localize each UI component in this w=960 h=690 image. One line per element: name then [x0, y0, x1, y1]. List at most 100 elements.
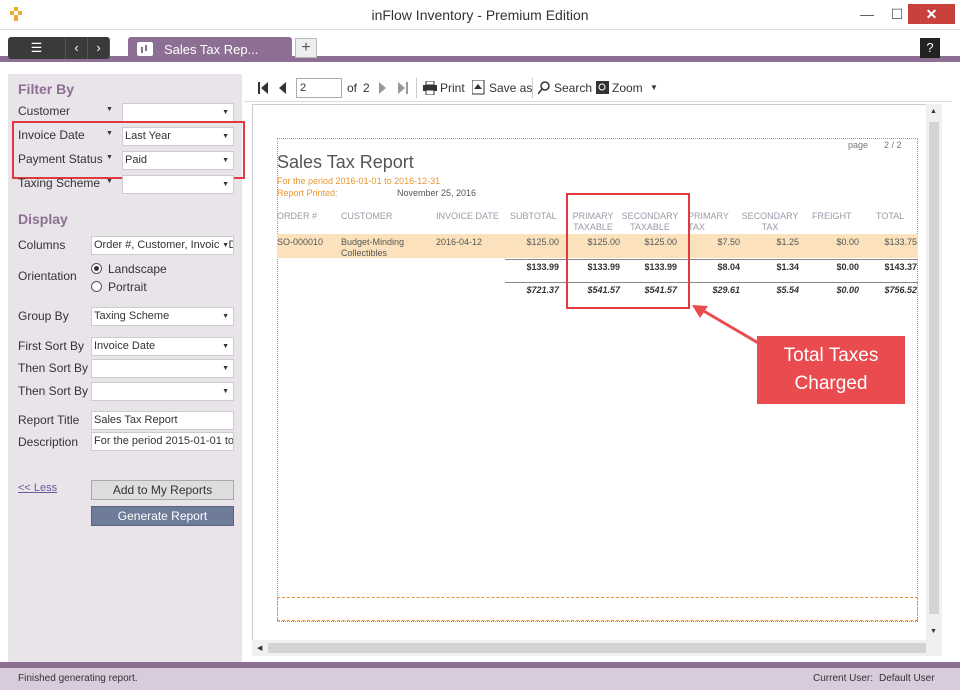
column-header: TOTAL [876, 211, 905, 221]
current-user-label: Current User: [813, 673, 874, 684]
subtotal-value: $143.37 [884, 262, 917, 272]
filter-heading: Filter By [18, 81, 75, 97]
callout-line-2: Charged [794, 373, 868, 394]
status-message: Finished generating report. [18, 673, 138, 684]
column-header: INVOICE DATE [436, 211, 499, 221]
taxing-scheme-select[interactable]: ▼ [122, 175, 234, 194]
grand-total-value: $756.52 [884, 285, 917, 295]
save-as-icon[interactable] [472, 80, 486, 95]
first-page-icon[interactable] [258, 82, 268, 94]
row-value: $133.75 [884, 237, 917, 247]
taxing-scheme-option-caret-icon[interactable]: ▼ [106, 178, 113, 185]
chevron-down-icon: ▼ [222, 109, 229, 116]
page-number-input[interactable]: 2 [296, 78, 342, 98]
tab-sales-tax-report[interactable]: Sales Tax Rep... [128, 37, 292, 62]
landscape-label: Landscape [108, 262, 167, 276]
report-title-input[interactable]: Sales Tax Report [91, 411, 234, 430]
report-icon [137, 42, 153, 56]
vertical-scroll-thumb[interactable] [929, 122, 939, 614]
group-by-select[interactable]: Taxing Scheme ▼ [91, 307, 234, 326]
grand-total-value: $29.61 [712, 285, 740, 295]
row-customer: Budget-Minding Collectibles [341, 237, 405, 258]
customer-select[interactable]: ▼ [122, 103, 234, 122]
current-user-value: Default User [879, 673, 935, 684]
print-button[interactable]: Print [440, 81, 465, 95]
scroll-down-icon[interactable]: ▼ [930, 628, 937, 635]
previous-page-icon[interactable] [278, 82, 286, 94]
scroll-up-icon[interactable]: ▲ [930, 108, 937, 115]
back-icon[interactable]: ‹ [66, 37, 88, 59]
customer-label: Customer [18, 104, 71, 118]
page-of-label: of [347, 81, 358, 95]
chevron-down-icon: ▼ [222, 388, 229, 395]
zoom-chevron-down-icon[interactable]: ▼ [650, 83, 658, 92]
scroll-left-icon[interactable]: ◀ [257, 644, 262, 652]
search-button[interactable]: Search [554, 81, 592, 95]
maximize-button[interactable]: ☐ [886, 4, 908, 24]
row-value: $1.25 [776, 237, 799, 247]
chevron-down-icon: ▼ [222, 313, 229, 320]
display-heading: Display [18, 211, 68, 227]
columns-select-value: Order #, Customer, Invoice Date [94, 239, 233, 251]
horizontal-scroll-thumb[interactable] [268, 643, 926, 653]
then-sort-1-select[interactable]: ▼ [91, 359, 234, 378]
column-header: CUSTOMER [341, 211, 393, 221]
description-label: Description [18, 435, 79, 449]
then-sort-1-label: Then Sort By [18, 361, 89, 375]
report-period: For the period 2016-01-01 to 2016-12-31 [277, 176, 441, 186]
landscape-radio[interactable] [91, 263, 102, 274]
column-header: ORDER # [277, 211, 318, 221]
taxing-scheme-label: Taxing Scheme [18, 176, 101, 190]
callout-arrow-icon [692, 305, 761, 346]
subtotal-value: $8.04 [717, 262, 740, 272]
save-as-button[interactable]: Save as [489, 81, 532, 95]
subtotal-value: $1.34 [776, 262, 799, 272]
print-icon[interactable] [423, 81, 437, 95]
filter-highlight-box [12, 121, 245, 179]
orientation-label: Orientation [18, 269, 77, 283]
grand-total-value: $5.54 [776, 285, 799, 295]
taxable-columns-highlight-box [566, 193, 690, 309]
callout-line-1: Total Taxes [783, 345, 879, 366]
row-value: $0.00 [836, 237, 859, 247]
portrait-radio[interactable] [91, 281, 102, 292]
row-date: 2016-04-12 [436, 237, 483, 247]
first-sort-select-value: Invoice Date [94, 340, 156, 352]
help-button[interactable]: ? [920, 38, 940, 58]
forward-icon[interactable]: › [88, 37, 110, 59]
viewer-toolbar: 2 of 2 Print Save as Search Zoom ▼ [244, 74, 952, 102]
last-page-icon[interactable] [398, 82, 408, 94]
tab-bar: ☰ ‹ › Sales Tax Rep... + ? [0, 30, 960, 62]
minimize-button[interactable]: — [856, 4, 878, 24]
then-sort-2-select[interactable]: ▼ [91, 382, 234, 401]
zoom-icon[interactable] [596, 81, 609, 94]
report-title: Sales Tax Report [277, 152, 414, 172]
first-sort-label: First Sort By [18, 339, 85, 353]
group-by-select-value: Taxing Scheme [94, 310, 170, 322]
grand-total-value: $0.00 [836, 285, 859, 295]
customer-option-caret-icon[interactable]: ▼ [106, 106, 113, 113]
column-header: SECONDARY TAX [741, 211, 799, 232]
columns-label: Columns [18, 238, 66, 252]
close-button[interactable]: ✕ [908, 4, 955, 24]
zoom-button[interactable]: Zoom [612, 81, 643, 95]
less-link[interactable]: << Less [18, 482, 57, 494]
title-bar: inFlow Inventory - Premium Edition — ☐ ✕ [0, 0, 960, 30]
row-value: $125.00 [526, 237, 559, 247]
row-order: SO-000010 [277, 237, 324, 247]
generate-report-button[interactable]: Generate Report [91, 506, 234, 526]
tab-label: Sales Tax Rep... [164, 42, 259, 57]
first-sort-select[interactable]: Invoice Date ▼ [91, 337, 234, 356]
description-input[interactable]: For the period 2015-01-01 to 2015-12-31 [91, 432, 234, 451]
chevron-down-icon: ▼ [220, 237, 229, 254]
portrait-label: Portrait [108, 280, 147, 294]
next-page-icon[interactable] [379, 82, 387, 94]
add-to-my-reports-button[interactable]: Add to My Reports [91, 480, 234, 500]
toolbar-separator [416, 78, 417, 98]
columns-select[interactable]: Order #, Customer, Invoice Date▼ [91, 236, 234, 255]
row-value: $7.50 [717, 237, 740, 247]
add-tab-button[interactable]: + [295, 38, 317, 58]
search-icon[interactable] [538, 81, 551, 95]
total-taxes-callout: Total Taxes Charged [757, 336, 905, 404]
menu-icon[interactable]: ☰ [8, 37, 66, 59]
